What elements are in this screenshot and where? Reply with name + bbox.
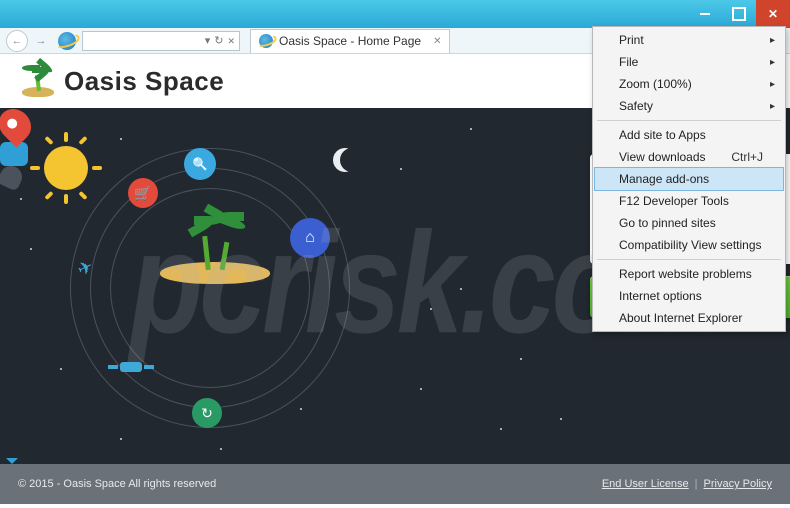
menu-manage-addons[interactable]: Manage add-ons <box>595 168 783 190</box>
window-titlebar <box>0 0 790 28</box>
orbit-graphic <box>70 148 350 428</box>
menu-print[interactable]: Print <box>595 29 783 51</box>
footer-link-license[interactable]: End User License <box>602 478 689 490</box>
menu-f12[interactable]: F12 Developer Tools <box>595 190 783 212</box>
menu-add-site[interactable]: Add site to Apps <box>595 124 783 146</box>
menu-separator <box>597 120 781 121</box>
menu-options[interactable]: Internet options <box>595 285 783 307</box>
menu-pinned[interactable]: Go to pinned sites <box>595 212 783 234</box>
tab-favicon-icon <box>259 34 273 48</box>
orbit-home-icon <box>290 218 330 258</box>
palm-logo-icon <box>18 63 58 99</box>
island-graphic <box>160 218 270 284</box>
menu-safety[interactable]: Safety <box>595 95 783 117</box>
tools-menu: Print File Zoom (100%) Safety Add site t… <box>592 26 786 332</box>
tab-title: Oasis Space - Home Page <box>279 34 421 48</box>
nav-back-button[interactable]: ← <box>6 30 28 52</box>
menu-shortcut: Ctrl+J <box>731 150 763 164</box>
address-bar[interactable]: ▾ <box>82 31 240 51</box>
footer-copyright: © 2015 - Oasis Space All rights reserved <box>18 478 216 490</box>
orbit-rocket-icon <box>0 162 26 191</box>
refresh-icon[interactable] <box>214 34 223 47</box>
site-footer: © 2015 - Oasis Space All rights reserved… <box>0 464 790 504</box>
orbit-cart-icon: 🛒 <box>128 178 158 208</box>
menu-report[interactable]: Report website problems <box>595 263 783 285</box>
menu-compat[interactable]: Compatibility View settings <box>595 234 783 256</box>
window-close-button[interactable] <box>756 0 790 28</box>
menu-file[interactable]: File <box>595 51 783 73</box>
orbit-search-icon <box>184 148 216 180</box>
tab-close-icon[interactable]: ✕ <box>433 36 441 47</box>
logo-text: Oasis Space <box>64 66 224 97</box>
stop-icon[interactable] <box>227 35 235 47</box>
menu-view-downloads[interactable]: View downloads Ctrl+J <box>595 146 783 168</box>
menu-about[interactable]: About Internet Explorer <box>595 307 783 329</box>
orbit-refresh-icon <box>192 398 222 428</box>
menu-separator <box>597 259 781 260</box>
search-dropdown-icon[interactable]: ▾ <box>205 34 211 47</box>
footer-separator: | <box>695 478 698 490</box>
menu-zoom[interactable]: Zoom (100%) <box>595 73 783 95</box>
window-minimize-button[interactable] <box>688 0 722 28</box>
nav-forward-button[interactable]: → <box>30 30 52 52</box>
browser-tab[interactable]: Oasis Space - Home Page ✕ <box>250 29 450 53</box>
window-maximize-button[interactable] <box>722 0 756 28</box>
site-logo[interactable]: Oasis Space <box>18 63 224 99</box>
orbit-satellite-icon <box>120 362 142 372</box>
footer-link-privacy[interactable]: Privacy Policy <box>704 478 772 490</box>
ie-logo-icon <box>58 32 76 50</box>
